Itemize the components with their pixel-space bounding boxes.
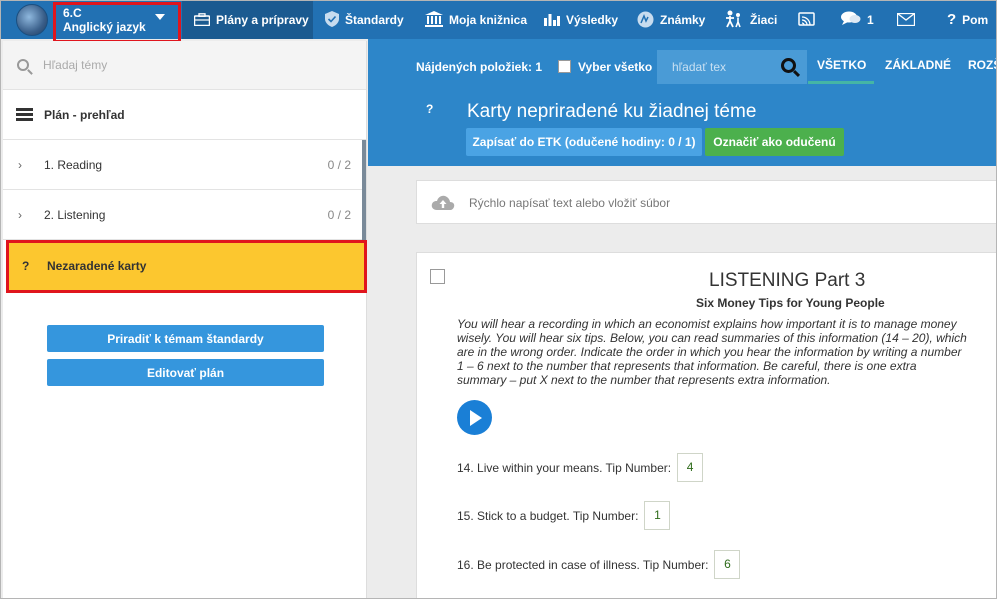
- help-icon[interactable]: ?: [426, 102, 433, 116]
- cards-header: Nájdených položiek: 1 Vyber všetko hľada…: [368, 39, 996, 166]
- topic-count: 0 / 2: [327, 207, 351, 222]
- found-count: Nájdených položiek: 1: [416, 60, 543, 74]
- list-icon: [16, 108, 33, 121]
- topic-label: 2. Listening: [44, 207, 106, 222]
- nav-students[interactable]: Žiaci: [724, 1, 777, 39]
- topic-search[interactable]: Hľadaj témy: [3, 41, 366, 90]
- help-icon: ?: [947, 11, 957, 28]
- school-logo: [16, 4, 48, 36]
- cloud-upload-icon: [431, 195, 455, 210]
- students-icon: [724, 10, 744, 30]
- plan-overview-label: Plán - prehľad: [44, 107, 125, 122]
- nav-plans[interactable]: Plány a prípravy: [182, 1, 313, 39]
- top-navigation: 6.C Anglický jazyk Plány a prípravy Štan…: [1, 1, 996, 43]
- chevron-right-icon: ›: [18, 207, 22, 222]
- quick-add-bar[interactable]: Rýchlo napísať text alebo vložiť súbor: [416, 180, 996, 224]
- play-icon[interactable]: [457, 400, 492, 435]
- select-all-checkbox[interactable]: [558, 60, 571, 73]
- nav-help[interactable]: ? Pom: [947, 1, 988, 39]
- highlight-box: [53, 2, 181, 43]
- topic-label: 1. Reading: [44, 157, 103, 172]
- nav-library[interactable]: Moja knižnica: [425, 1, 527, 39]
- card-title: LISTENING Part 3: [709, 270, 866, 291]
- plan-overview[interactable]: Plán - prehľad: [3, 90, 366, 140]
- app-window: 6.C Anglický jazyk Plány a prípravy Štan…: [0, 0, 997, 599]
- nav-help-label: Pom: [962, 13, 989, 27]
- tab-extended[interactable]: ROZŠ: [968, 58, 996, 72]
- search-icon: [17, 59, 29, 71]
- nav-mail[interactable]: [896, 1, 921, 39]
- nav-messages[interactable]: 1: [841, 1, 874, 39]
- nav-cast[interactable]: [798, 1, 821, 39]
- quick-add-placeholder[interactable]: Rýchlo napísať text alebo vložiť súbor: [469, 196, 670, 210]
- shield-icon: [325, 11, 339, 29]
- question-row: 14. Live within your means. Tip Number: …: [457, 453, 704, 482]
- answer-field[interactable]: 1: [644, 501, 671, 530]
- scrollbar[interactable]: [362, 140, 366, 190]
- select-all-label[interactable]: Vyber všetko: [578, 60, 652, 74]
- question-row: 15. Stick to a budget. Tip Number: 1: [457, 501, 671, 530]
- bar-chart-icon: [544, 12, 560, 28]
- topic-count: 0 / 2: [327, 157, 351, 172]
- answer-field[interactable]: 6: [714, 550, 741, 579]
- nav-library-label: Moja knižnica: [449, 13, 528, 27]
- tab-all[interactable]: VŠETKO: [817, 58, 866, 72]
- topic-item-listening[interactable]: › 2. Listening 0 / 2: [3, 190, 366, 240]
- nav-grades[interactable]: Známky: [637, 1, 705, 39]
- card-subtitle: Six Money Tips for Young People: [696, 296, 885, 310]
- nav-plans-label: Plány a prípravy: [216, 13, 309, 27]
- nav-results-label: Výsledky: [566, 13, 619, 27]
- class-selector[interactable]: 6.C Anglický jazyk: [1, 1, 182, 43]
- mark-taught-button[interactable]: Označiť ako odučenú: [705, 128, 844, 156]
- scrollbar[interactable]: [362, 190, 366, 240]
- topic-search-input[interactable]: Hľadaj témy: [43, 58, 107, 72]
- grade-icon: [637, 11, 654, 30]
- assign-standards-button[interactable]: Priradiť k témam štandardy: [47, 325, 324, 352]
- card: LISTENING Part 3 Six Money Tips for Youn…: [416, 252, 996, 598]
- etk-button[interactable]: Zapísať do ETK (odučené hodiny: 0 / 1): [466, 128, 702, 156]
- question-text: 16. Be protected in case of illness. Tip…: [457, 557, 709, 572]
- messages-count: 1: [867, 13, 874, 27]
- active-tab-indicator: [808, 81, 874, 84]
- question-icon: ?: [22, 259, 30, 273]
- topic-item-reading[interactable]: › 1. Reading 0 / 2: [3, 140, 366, 190]
- edit-plan-button[interactable]: Editovať plán: [47, 359, 324, 386]
- search-icon[interactable]: [781, 58, 796, 73]
- card-instructions: You will hear a recording in which an ec…: [457, 317, 967, 387]
- unassigned-cards-item[interactable]: ? Nezaradené karty: [6, 240, 367, 293]
- cast-icon: [798, 12, 815, 28]
- chevron-right-icon: ›: [18, 157, 22, 172]
- unassigned-cards-label: Nezaradené karty: [47, 259, 147, 273]
- topics-sidebar: Hľadaj témy Plán - prehľad › 1. Reading …: [3, 41, 367, 598]
- answer-field[interactable]: 4: [677, 453, 704, 482]
- card-checkbox[interactable]: [430, 269, 445, 284]
- question-text: 14. Live within your means. Tip Number:: [457, 460, 672, 475]
- question-row: 16. Be protected in case of illness. Tip…: [457, 550, 741, 579]
- question-text: 15. Stick to a budget. Tip Number:: [457, 508, 639, 523]
- nav-grades-label: Známky: [660, 13, 706, 27]
- nav-students-label: Žiaci: [750, 13, 778, 27]
- nav-standards-label: Štandardy: [345, 13, 404, 27]
- chat-icon: [841, 11, 861, 29]
- mail-icon: [896, 12, 916, 28]
- briefcase-icon: [193, 12, 211, 28]
- bank-icon: [425, 11, 443, 29]
- cards-toolbar: Nájdených položiek: 1 Vyber všetko hľada…: [368, 50, 996, 84]
- nav-results[interactable]: Výsledky: [544, 1, 618, 39]
- page-title: Karty nepriradené ku žiadnej téme: [467, 101, 757, 122]
- tab-basic[interactable]: ZÁKLADNÉ: [885, 58, 951, 72]
- nav-standards[interactable]: Štandardy: [325, 1, 404, 39]
